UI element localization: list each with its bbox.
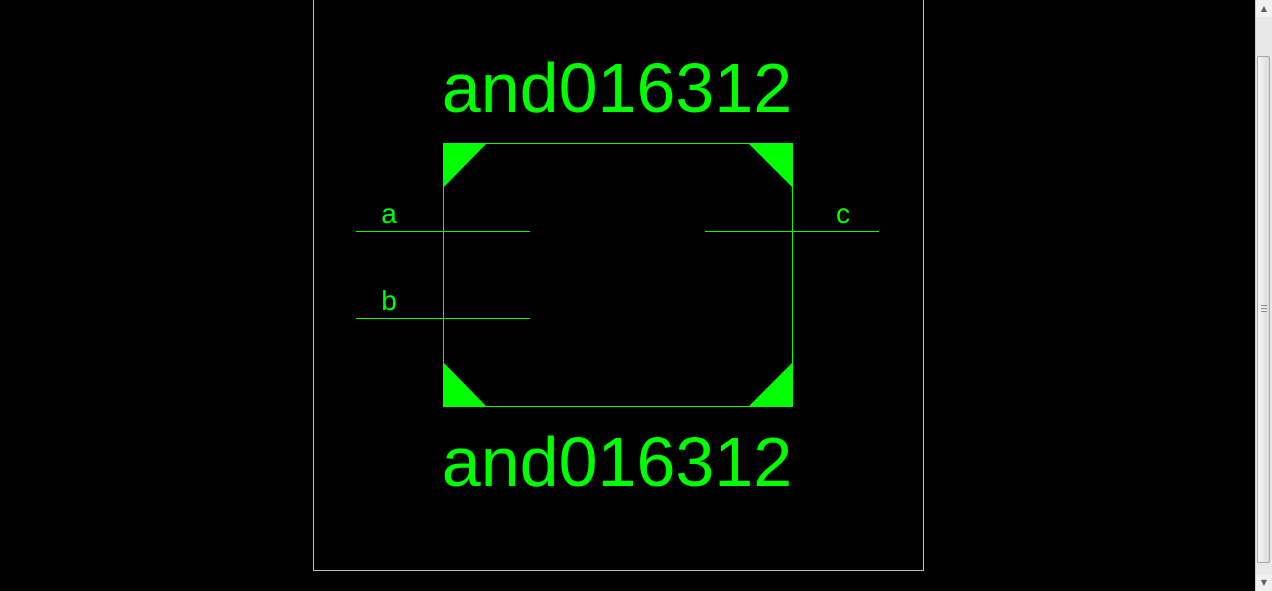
vertical-scrollbar[interactable]: ▲ ▼: [1255, 0, 1272, 591]
scroll-down-arrow-icon[interactable]: ▼: [1256, 574, 1272, 591]
scrollbar-thumb[interactable]: [1257, 56, 1270, 563]
symbol-outline: [443, 143, 793, 407]
schematic-viewport[interactable]: and016312 a b c and016312: [0, 0, 1255, 591]
symbol-body[interactable]: [443, 143, 793, 407]
corner-marker-bottom-left: [443, 362, 487, 407]
scroll-up-arrow-icon[interactable]: ▲: [1256, 0, 1272, 17]
scrollbar-grip-icon: [1261, 305, 1267, 312]
corner-marker-top-left: [443, 143, 487, 188]
pin-b-label: b: [381, 285, 397, 316]
symbol-name-top: and016312: [442, 49, 792, 127]
symbol-name-bottom: and016312: [442, 423, 792, 501]
corner-marker-top-right: [748, 143, 793, 188]
corner-marker-bottom-right: [748, 362, 793, 407]
pin-a-label: a: [381, 198, 397, 229]
pin-c-label: c: [836, 198, 850, 229]
symbol-canvas: and016312 a b c and016312: [313, 0, 924, 571]
